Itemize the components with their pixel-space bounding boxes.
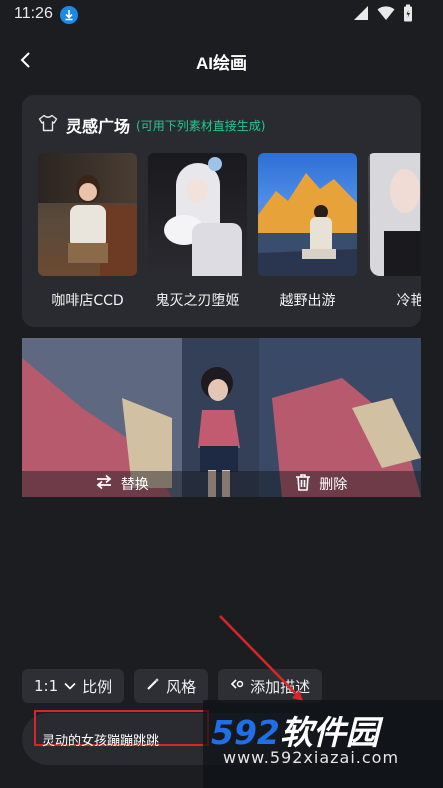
inspiration-list: 咖啡店CCD 鬼灭之刃堕姬 越野出游 冷艳 [38,153,421,310]
options-row: 1:1 比例 风格 添加描述 [22,669,323,703]
inspiration-item-label: 冷艳少 [396,293,422,309]
inspiration-image [148,153,247,276]
status-icons [353,4,413,26]
inspiration-item-travel[interactable]: 越野出游 [258,153,357,310]
trash-icon [295,473,311,495]
shirt-icon [38,114,58,136]
inspiration-item-label: 咖啡店CCD [51,293,124,309]
inspiration-image [38,153,137,276]
preview-image[interactable]: 替换 删除 [22,338,421,497]
delete-label: 删除 [319,477,348,493]
status-time: 11:26 [14,5,53,22]
watermark-number: 592 [211,713,280,752]
inspiration-card: 灵感广场 (可用下列素材直接生成) 咖啡店CCD 鬼灭之刃堕姬 越野出游 冷艳 [22,95,421,327]
prompt-icon [230,677,244,695]
ratio-select[interactable]: 1:1 比例 [22,669,125,703]
prompt-text: 灵动的女孩蹦蹦跳跳 [42,734,160,749]
watermark-logo: 592软件园 [211,706,379,754]
magic-wand-icon [146,677,160,695]
inspiration-subtitle: (可用下列素材直接生成) [136,118,266,133]
ratio-value: 1:1 [34,677,59,695]
inspiration-header: 灵感广场 (可用下列素材直接生成) [38,113,265,137]
watermark-url: www.592xiazai.com [223,748,400,767]
inspiration-item-cool[interactable]: 冷艳少 [368,153,421,310]
battery-icon [403,4,413,26]
inspiration-image [258,153,357,276]
add-description-label: 添加描述 [250,677,311,696]
replace-button[interactable]: 替换 [22,471,222,497]
add-description-button[interactable]: 添加描述 [218,669,323,703]
style-label: 风格 [166,677,197,696]
inspiration-item-cafe[interactable]: 咖啡店CCD [38,153,137,310]
inspiration-item-anime[interactable]: 鬼灭之刃堕姬 [148,153,247,310]
watermark: 592软件园 www.592xiazai.com [203,700,443,788]
download-icon [60,6,78,24]
ratio-label: 比例 [82,677,113,696]
watermark-brand: 软件园 [279,713,379,752]
swap-icon [95,474,113,494]
inspiration-title: 灵感广场 [66,117,131,136]
signal-icon [353,5,369,25]
chevron-down-icon [64,677,76,695]
page-title: AI绘画 [196,54,247,73]
wifi-icon [377,5,395,25]
inspiration-image [368,153,421,276]
inspiration-item-label: 鬼灭之刃堕姬 [155,293,240,309]
delete-button[interactable]: 删除 [222,471,422,497]
status-bar: 11:26 [0,0,443,30]
replace-label: 替换 [120,477,149,493]
style-button[interactable]: 风格 [134,669,209,703]
preview-actions: 替换 删除 [22,471,421,497]
inspiration-item-label: 越野出游 [279,293,336,309]
